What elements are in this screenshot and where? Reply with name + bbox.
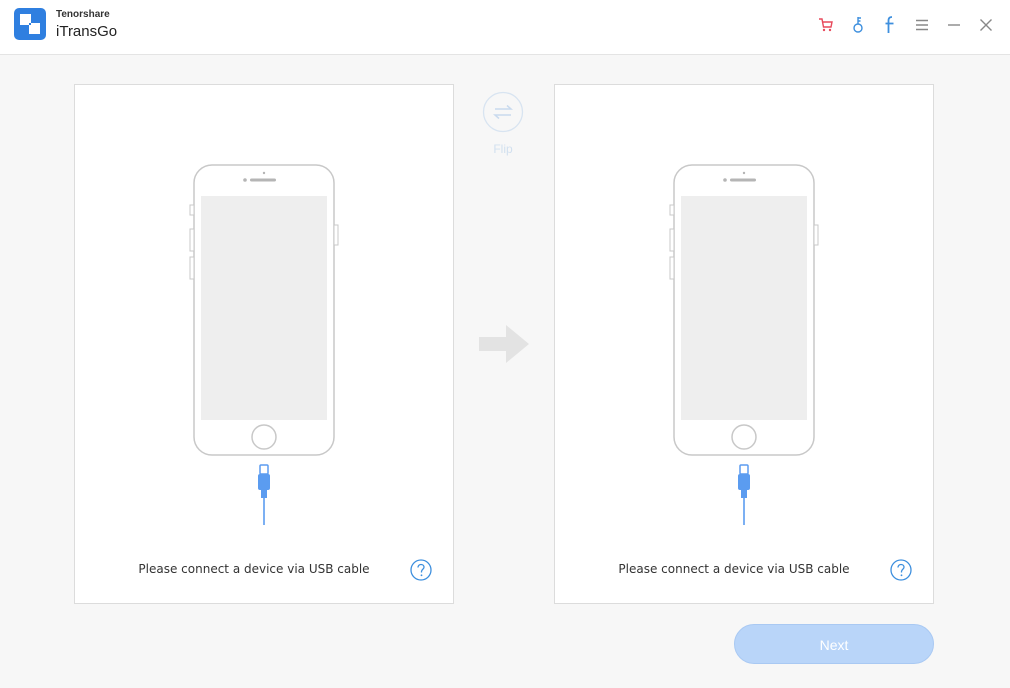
title-bar: Tenorshare iTransGo <box>0 0 1010 55</box>
help-icon[interactable] <box>890 559 912 581</box>
connect-instruction: Please connect a device via USB cable <box>138 562 370 576</box>
key-icon[interactable] <box>848 15 868 35</box>
facebook-icon[interactable] <box>880 15 900 35</box>
flip-label: Flip <box>493 142 513 156</box>
cart-icon[interactable] <box>816 15 836 35</box>
titlebar-actions <box>816 14 996 36</box>
close-icon[interactable] <box>976 15 996 35</box>
flip-button[interactable] <box>482 91 524 133</box>
brand: Tenorshare iTransGo <box>56 9 117 42</box>
connect-instruction: Please connect a device via USB cable <box>618 562 850 576</box>
minimize-icon[interactable] <box>944 15 964 35</box>
product-name: iTransGo <box>56 23 118 40</box>
target-device-panel: Please connect a device via USB cable <box>554 84 934 604</box>
next-button[interactable]: Next <box>734 624 934 664</box>
menu-icon[interactable] <box>912 15 932 35</box>
source-device-panel: Please connect a device via USB cable <box>74 84 454 604</box>
phone-placeholder-icon <box>669 164 819 525</box>
phone-placeholder-icon <box>189 164 339 525</box>
company-name: Tenorshare <box>56 9 110 20</box>
app-logo-icon <box>14 8 46 40</box>
transfer-direction-arrow-icon <box>479 325 529 363</box>
help-icon[interactable] <box>410 559 432 581</box>
